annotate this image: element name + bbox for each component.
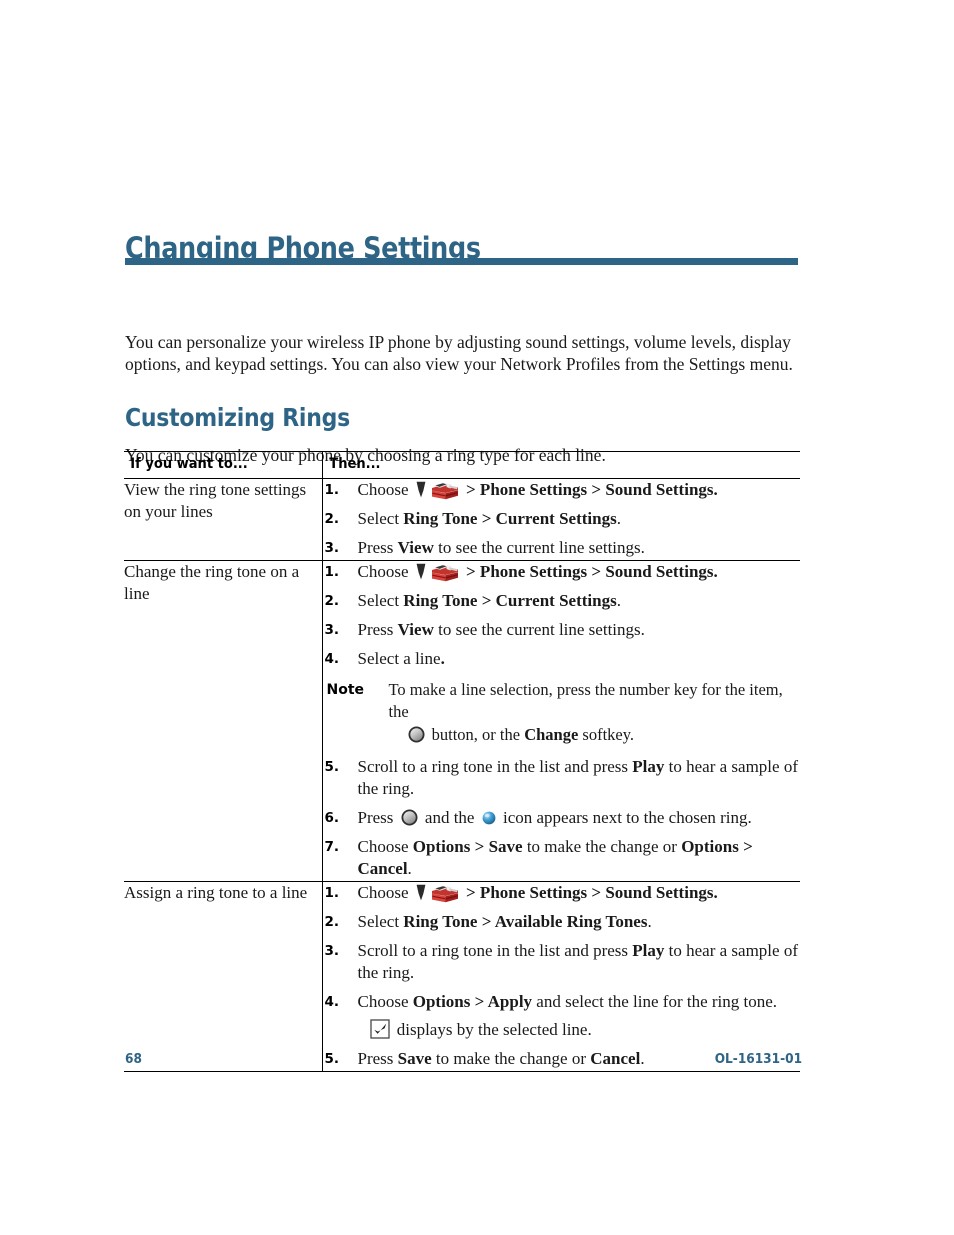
intro-paragraph: You can personalize your wireless IP pho… bbox=[125, 331, 793, 375]
footer-page-number: 68 bbox=[125, 1051, 142, 1067]
emphasized-text: View bbox=[397, 620, 434, 639]
step-item: 1. Choose > Phone Settings > Sound Settin… bbox=[323, 561, 801, 583]
step-item: 4. Choose Options > Apply and select the … bbox=[323, 991, 801, 1041]
step-number: 6. bbox=[324, 810, 340, 826]
procedure-steps-cell: 1. Choose > Phone Settings > Sound Settin… bbox=[321, 478, 801, 561]
step-text: Press View to see the current line setti… bbox=[357, 538, 645, 557]
select-button-icon bbox=[408, 726, 425, 743]
step-number: 4. bbox=[324, 994, 340, 1010]
emphasized-text: Play bbox=[632, 757, 665, 776]
step-text: Press View to see the current line setti… bbox=[357, 620, 645, 639]
column-header-if-you-want-to: If you want to... bbox=[130, 456, 248, 472]
step-text: Select a line. bbox=[357, 649, 445, 668]
step-text: Select Ring Tone > Available Ring Tones. bbox=[357, 912, 652, 931]
step-item: 1. Choose > Phone Settings > Sound Settin… bbox=[323, 882, 801, 904]
select-button-icon bbox=[401, 809, 418, 826]
blue-sphere-icon bbox=[482, 809, 496, 825]
step-number: 5. bbox=[324, 1051, 340, 1067]
step-list: 1. Choose > Phone Settings > Sound Settin… bbox=[323, 882, 801, 1070]
step-text: Select Ring Tone > Current Settings. bbox=[357, 509, 621, 528]
emphasized-text: Play bbox=[632, 941, 665, 960]
emphasized-text: > Phone Settings > Sound Settings. bbox=[461, 883, 718, 902]
table-header-row: If you want to... Then... bbox=[124, 451, 800, 479]
procedure-table: If you want to... Then... View the ring … bbox=[124, 451, 800, 1072]
step-text: Select Ring Tone > Current Settings. bbox=[357, 591, 621, 610]
title-rule-divider bbox=[125, 258, 798, 265]
step-item: 2. Select Ring Tone > Current Settings. bbox=[323, 508, 801, 530]
step-item: 4. Select a line. bbox=[323, 648, 801, 670]
column-header-then: Then... bbox=[328, 456, 381, 472]
emphasized-text: . bbox=[440, 649, 445, 668]
step-list: 1. Choose > Phone Settings > Sound Settin… bbox=[323, 561, 801, 670]
emphasized-text: > Phone Settings > Sound Settings. bbox=[461, 562, 718, 581]
table-row: Change the ring tone on a line 1. Choose >… bbox=[124, 560, 801, 882]
section-heading: Customizing Rings bbox=[125, 402, 350, 432]
step-item: 2. Select Ring Tone > Available Ring Tone… bbox=[323, 911, 801, 933]
step-item: 3. Press View to see the current line set… bbox=[323, 619, 801, 641]
task-description-cell: View the ring tone settings on your line… bbox=[124, 478, 322, 561]
step-number: 4. bbox=[324, 651, 340, 667]
step-text: Choose > Phone Settings > Sound Settings… bbox=[357, 480, 718, 500]
step-text: Scroll to a ring tone in the list and pr… bbox=[357, 757, 799, 798]
step-number: 2. bbox=[324, 914, 340, 930]
step-number: 3. bbox=[324, 622, 340, 638]
step-sub-line: displays by the selected line. bbox=[358, 1019, 801, 1041]
table-header-cell-then: Then... bbox=[321, 451, 800, 479]
down-arrow-icon bbox=[416, 481, 426, 498]
step-text: Choose Options > Apply and select the li… bbox=[357, 992, 778, 1011]
step-item: 3. Press View to see the current line set… bbox=[323, 537, 801, 559]
step-item: 3. Scroll to a ring tone in the list and … bbox=[323, 940, 801, 984]
step-number: 5. bbox=[324, 759, 340, 775]
step-number: 7. bbox=[324, 839, 340, 855]
step-item: 7. Choose Options > Save to make the chan… bbox=[323, 836, 801, 880]
step-number: 2. bbox=[324, 593, 340, 609]
table-row: Assign a ring tone to a line 1. Choose > P… bbox=[124, 881, 801, 1072]
note-block: Note To make a line selection, press the … bbox=[325, 679, 801, 746]
step-number: 3. bbox=[324, 943, 340, 959]
emphasized-text: Options > Apply bbox=[412, 992, 533, 1011]
step-text: Press and the icon appears next to the c… bbox=[357, 808, 752, 827]
emphasized-text: Ring Tone > Available Ring Tones bbox=[403, 912, 648, 931]
step-text: Choose > Phone Settings > Sound Settings… bbox=[357, 883, 718, 903]
emphasized-text: Save bbox=[397, 1049, 432, 1068]
note-second-line: button, or the Change softkey. bbox=[389, 724, 801, 746]
step-text: Press Save to make the change or Cancel. bbox=[357, 1049, 645, 1068]
step-text: Choose Options > Save to make the change… bbox=[357, 837, 753, 878]
settings-toolbox-icon bbox=[430, 563, 460, 582]
step-number: 3. bbox=[324, 540, 340, 556]
step-item: 6. Press and the icon appears next to the… bbox=[323, 807, 801, 829]
task-description-cell: Change the ring tone on a line bbox=[124, 560, 322, 882]
note-label: Note bbox=[326, 682, 365, 698]
step-number: 2. bbox=[324, 511, 340, 527]
emphasized-text: Ring Tone > Current Settings bbox=[403, 591, 617, 610]
step-number: 1. bbox=[324, 564, 340, 580]
emphasized-text: Change bbox=[524, 725, 579, 744]
step-text: Scroll to a ring tone in the list and pr… bbox=[357, 941, 799, 982]
settings-toolbox-icon bbox=[430, 481, 460, 500]
step-item: 2. Select Ring Tone > Current Settings. bbox=[323, 590, 801, 612]
emphasized-text: Options > Save bbox=[412, 837, 523, 856]
step-list: 5. Scroll to a ring tone in the list and … bbox=[323, 756, 801, 880]
table-header-cell-task: If you want to... bbox=[124, 451, 322, 479]
down-arrow-icon bbox=[416, 563, 426, 580]
step-text: Choose > Phone Settings > Sound Settings… bbox=[357, 562, 718, 582]
step-list: 1. Choose > Phone Settings > Sound Settin… bbox=[323, 479, 801, 559]
procedure-steps-cell: 1. Choose > Phone Settings > Sound Settin… bbox=[321, 881, 801, 1072]
emphasized-text: Cancel bbox=[590, 1049, 641, 1068]
emphasized-text: > Phone Settings > Sound Settings. bbox=[461, 480, 718, 499]
emphasized-text: View bbox=[397, 538, 434, 557]
step-number: 1. bbox=[324, 482, 340, 498]
settings-toolbox-icon bbox=[430, 884, 460, 903]
checkmark-box-icon bbox=[369, 1019, 390, 1039]
down-arrow-icon bbox=[416, 884, 426, 901]
step-number: 1. bbox=[324, 885, 340, 901]
procedure-steps-cell: 1. Choose > Phone Settings > Sound Settin… bbox=[321, 560, 801, 882]
table-row: View the ring tone settings on your line… bbox=[124, 478, 801, 561]
step-item: 5. Scroll to a ring tone in the list and … bbox=[323, 756, 801, 800]
step-item: 1. Choose > Phone Settings > Sound Settin… bbox=[323, 479, 801, 501]
footer-document-id: OL-16131-01 bbox=[714, 1051, 802, 1067]
task-description-cell: Assign a ring tone to a line bbox=[124, 881, 322, 1072]
emphasized-text: Ring Tone > Current Settings bbox=[403, 509, 617, 528]
document-page: Changing Phone Settings You can personal… bbox=[0, 0, 954, 1235]
